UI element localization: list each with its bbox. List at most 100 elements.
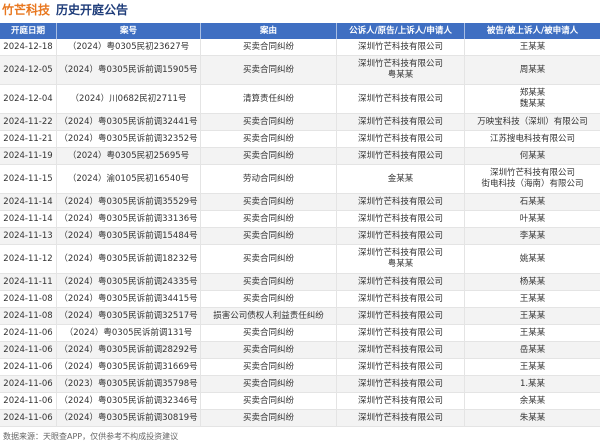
plaintiffs-cell: 深圳竹芒科技有限公司	[337, 325, 465, 341]
case-cause: 买卖合同纠纷	[201, 291, 337, 307]
hearing-date: 2024-11-13	[0, 228, 57, 244]
hearing-date: 2024-11-12	[0, 245, 57, 273]
plaintiff-name: 深圳竹芒科技有限公司	[357, 361, 443, 372]
plaintiff-name: 深圳竹芒科技有限公司	[357, 116, 443, 127]
hearing-date: 2024-11-06	[0, 410, 57, 426]
plaintiffs-cell: 深圳竹芒科技有限公司 粤某某	[337, 245, 465, 273]
defendant-name: 王某某	[519, 361, 546, 372]
defendants-cell: 杨某某	[465, 274, 600, 290]
hearing-date: 2024-11-19	[0, 148, 57, 164]
case-number: （2024）粤0305民诉前调32346号	[57, 393, 201, 409]
column-header-defendants: 被告/被上诉人/被申请人	[486, 25, 579, 36]
defendant-name: 街电科技（海南）有限公司	[481, 179, 584, 189]
defendants-cell: 叶某某	[465, 211, 600, 227]
defendants-cell: 周某某	[465, 56, 600, 84]
defendant-name: 郑某某	[519, 88, 546, 98]
case-cause: 买卖合同纠纷	[201, 148, 337, 164]
table-header-row: 开庭日期 案号 案由 公诉人/原告/上诉人/申请人 被告/被上诉人/被申请人	[0, 23, 600, 39]
plaintiffs-cell: 深圳竹芒科技有限公司	[337, 85, 465, 113]
table-row: 2024-11-19 （2024）粤0305民初25695号 买卖合同纠纷 深圳竹芒科…	[0, 148, 600, 165]
case-number: （2024）粤0305民诉前调15905号	[57, 56, 201, 84]
case-number: （2024）粤0305民诉前调32441号	[57, 114, 201, 130]
table-row: 2024-11-12 （2024）粤0305民诉前调18232号 买卖合同纠纷 深圳竹…	[0, 245, 600, 274]
plaintiffs-cell: 深圳竹芒科技有限公司	[337, 114, 465, 130]
case-number: （2024）粤0305民诉前调30819号	[57, 410, 201, 426]
table-row: 2024-12-04 （2024）川0682民初2711号 清算责任纠纷 深圳竹芒科技…	[0, 85, 600, 114]
defendant-name: 李某某	[519, 230, 546, 241]
plaintiff-name: 深圳竹芒科技有限公司	[357, 327, 443, 338]
plaintiff-name: 深圳竹芒科技有限公司	[357, 310, 443, 321]
plaintiffs-cell: 深圳竹芒科技有限公司	[337, 39, 465, 55]
table-row: 2024-11-06 （2024）粤0305民诉前调32346号 买卖合同纠纷 深圳竹…	[0, 393, 600, 410]
plaintiffs-cell: 深圳竹芒科技有限公司	[337, 308, 465, 324]
column-header-date: 开庭日期	[0, 23, 57, 39]
plaintiffs-cell: 深圳竹芒科技有限公司	[337, 393, 465, 409]
column-header-case-number: 案号	[57, 23, 201, 39]
plaintiffs-cell: 深圳竹芒科技有限公司	[337, 131, 465, 147]
case-number: （2024）川0682民初2711号	[57, 85, 201, 113]
plaintiff-name: 粤某某	[387, 259, 414, 269]
plaintiffs-cell: 深圳竹芒科技有限公司	[337, 291, 465, 307]
case-cause: 清算责任纠纷	[201, 85, 337, 113]
plaintiff-name: 深圳竹芒科技有限公司	[357, 133, 443, 144]
plaintiff-name: 金某某	[387, 173, 414, 184]
plaintiff-name: 深圳竹芒科技有限公司	[357, 93, 443, 104]
case-number: （2024）粤0305民诉前调35529号	[57, 194, 201, 210]
plaintiff-name: 深圳竹芒科技有限公司	[357, 293, 443, 304]
table-row: 2024-11-22 （2024）粤0305民诉前调32441号 买卖合同纠纷 深圳竹…	[0, 114, 600, 131]
defendant-name: 石某某	[519, 196, 546, 207]
defendant-name: 深圳竹芒科技有限公司	[489, 168, 575, 178]
table-row: 2024-11-06 （2024）粤0305民诉前调131号 买卖合同纠纷 深圳竹芒科…	[0, 325, 600, 342]
plaintiff-name: 深圳竹芒科技有限公司	[357, 230, 443, 241]
case-number: （2024）粤0305民诉前调32352号	[57, 131, 201, 147]
court-hearing-table: 开庭日期 案号 案由 公诉人/原告/上诉人/申请人 被告/被上诉人/被申请人 2…	[0, 23, 600, 427]
case-number: （2024）粤0305民诉前调24335号	[57, 274, 201, 290]
plaintiffs-cell: 金某某	[337, 165, 465, 193]
table-row: 2024-11-06 （2023）粤0305民诉前调35798号 买卖合同纠纷 深圳竹…	[0, 376, 600, 393]
defendant-name: 江苏搜电科技有限公司	[489, 133, 575, 144]
case-cause: 买卖合同纠纷	[201, 410, 337, 426]
plaintiff-name: 深圳竹芒科技有限公司	[357, 412, 443, 423]
defendants-cell: 余某某	[465, 393, 600, 409]
case-number: （2024）粤0305民诉前调18232号	[57, 245, 201, 273]
case-cause: 买卖合同纠纷	[201, 56, 337, 84]
defendants-cell: 王某某	[465, 359, 600, 375]
plaintiff-name: 深圳竹芒科技有限公司	[357, 59, 443, 69]
defendants-cell: 王某某	[465, 308, 600, 324]
page-title: 竹芒科技 历史开庭公告	[2, 1, 128, 19]
case-cause: 买卖合同纠纷	[201, 114, 337, 130]
table-row: 2024-11-08 （2024）粤0305民诉前调34415号 买卖合同纠纷 深圳竹…	[0, 291, 600, 308]
table-row: 2024-11-11 （2024）粤0305民诉前调24335号 买卖合同纠纷 深圳竹…	[0, 274, 600, 291]
defendant-name: 王某某	[519, 327, 546, 338]
case-number: （2024）粤0305民初23627号	[57, 39, 201, 55]
defendant-name: 魏某某	[519, 99, 546, 109]
table-row: 2024-11-06 （2024）粤0305民诉前调31669号 买卖合同纠纷 深圳竹…	[0, 359, 600, 376]
hearing-date: 2024-11-21	[0, 131, 57, 147]
plaintiff-name: 深圳竹芒科技有限公司	[357, 41, 443, 52]
table-row: 2024-11-21 （2024）粤0305民诉前调32352号 买卖合同纠纷 深圳竹…	[0, 131, 600, 148]
defendant-name: 杨某某	[519, 276, 546, 287]
case-cause: 买卖合同纠纷	[201, 131, 337, 147]
table-row: 2024-11-14 （2024）粤0305民诉前调35529号 买卖合同纠纷 深圳竹…	[0, 194, 600, 211]
defendants-cell: 江苏搜电科技有限公司	[465, 131, 600, 147]
case-number: （2024）粤0305民诉前调31669号	[57, 359, 201, 375]
plaintiffs-cell: 深圳竹芒科技有限公司	[337, 228, 465, 244]
table-row: 2024-11-15 （2024）渝0105民初16540号 劳动合同纠纷 金某某 深圳…	[0, 165, 600, 194]
case-number: （2024）粤0305民诉前调33136号	[57, 211, 201, 227]
defendant-name: 王某某	[519, 41, 546, 52]
table-row: 2024-11-08 （2024）粤0305民诉前调32517号 损害公司债权人利益…	[0, 308, 600, 325]
defendant-name: 万映宝科技（深圳）有限公司	[477, 116, 588, 127]
case-cause: 买卖合同纠纷	[201, 359, 337, 375]
defendant-name: 王某某	[519, 293, 546, 304]
defendant-name: 岳某某	[519, 344, 546, 355]
plaintiffs-cell: 深圳竹芒科技有限公司	[337, 410, 465, 426]
hearing-date: 2024-12-05	[0, 56, 57, 84]
case-cause: 买卖合同纠纷	[201, 194, 337, 210]
defendants-cell: 王某某	[465, 325, 600, 341]
hearing-date: 2024-11-22	[0, 114, 57, 130]
plaintiffs-cell: 深圳竹芒科技有限公司	[337, 194, 465, 210]
case-cause: 买卖合同纠纷	[201, 245, 337, 273]
data-source-note: 数据来源：天眼查APP，仅供参考不构成投资建议	[3, 432, 179, 441]
case-cause: 买卖合同纠纷	[201, 325, 337, 341]
defendants-cell: 王某某	[465, 39, 600, 55]
